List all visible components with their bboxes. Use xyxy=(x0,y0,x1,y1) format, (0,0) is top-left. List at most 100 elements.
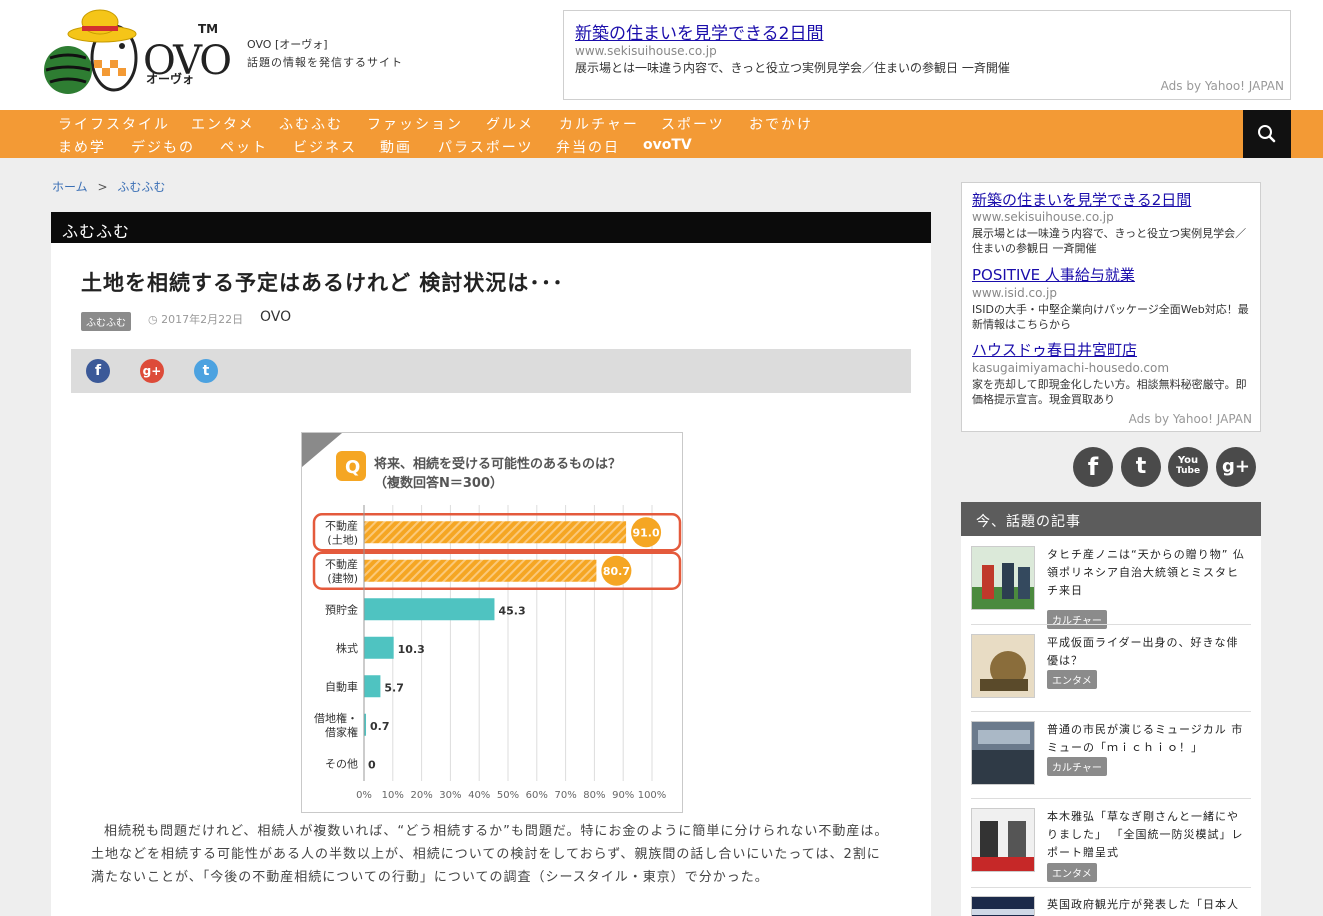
article-title: 土地を相続する予定はあるけれど 検討状況は･･･ xyxy=(81,271,564,295)
breadcrumb-home[interactable]: ホーム xyxy=(52,180,88,194)
nav-item-lifestyle[interactable]: ライフスタイル xyxy=(58,114,170,134)
popular-article-thumbnail[interactable] xyxy=(971,546,1035,610)
bar xyxy=(364,521,627,544)
sidebar-ad-2-title[interactable]: POSITIVE 人事給与就業 xyxy=(972,264,1135,285)
divider xyxy=(971,711,1251,712)
search-button[interactable] xyxy=(1243,110,1291,158)
nav-item-pet[interactable]: ペット xyxy=(220,137,268,157)
x-tick-label: 40% xyxy=(468,790,490,801)
popular-article-thumbnail[interactable] xyxy=(971,634,1035,698)
popular-article-title[interactable]: タヒチ産ノニは“天からの贈り物” 仏領ポリネシア自治大統領とミスタヒチ来日 xyxy=(1047,546,1247,600)
search-icon xyxy=(1258,125,1276,143)
x-tick-label: 30% xyxy=(439,790,461,801)
thumbnail-image xyxy=(972,809,1034,871)
nav-item-business[interactable]: ビジネス xyxy=(293,137,357,157)
youtube-icon-bottom: Tube xyxy=(1175,466,1201,476)
breadcrumb-current[interactable]: ふむふむ xyxy=(117,180,165,194)
thumbnail-image xyxy=(972,547,1034,609)
x-tick-label: 100% xyxy=(638,790,667,801)
category-label: 株式 xyxy=(336,641,358,655)
article-body: 相続税も問題だけれど、相続人が複数いれば、“どう相続するか”も問題だ。特にお金の… xyxy=(91,824,889,885)
nav-item-fumufumu[interactable]: ふむふむ xyxy=(279,114,343,134)
category-label: 不動産 xyxy=(325,557,358,571)
article-category-badge[interactable]: ふむふむ xyxy=(81,312,131,331)
nav-item-sports[interactable]: スポーツ xyxy=(661,114,725,134)
x-tick-label: 0% xyxy=(356,790,372,801)
nav-item-parasports[interactable]: パラスポーツ xyxy=(438,137,533,157)
x-tick-label: 50% xyxy=(497,790,519,801)
nav-item-odekake[interactable]: おでかけ xyxy=(749,114,813,134)
sidebar-ad-block[interactable]: 新築の住まいを見学できる2日間 www.sekisuihouse.co.jp 展… xyxy=(961,182,1261,432)
category-label: 不動産 xyxy=(325,518,358,532)
nav-item-dejimono[interactable]: デジもの xyxy=(131,137,195,157)
survey-chart-figure: Q 将来、相続を受ける可能性のあるものは？ （複数回答N＝300） 0% 10% 20% 3… xyxy=(301,432,683,813)
sidebar-ad-1-title[interactable]: 新築の住まいを見学できる2日間 xyxy=(972,189,1191,210)
logo-kana: オーヴォ xyxy=(146,72,195,86)
facebook-share-icon[interactable]: f xyxy=(86,359,110,383)
logo-trademark: TM xyxy=(198,22,219,36)
category-label: (土地) xyxy=(327,533,358,546)
google-plus-share-icon[interactable]: g+ xyxy=(140,359,164,383)
popular-article-thumbnail[interactable] xyxy=(971,896,1035,916)
popular-article-thumbnail[interactable] xyxy=(971,808,1035,872)
top-ad-banner[interactable]: 新築の住まいを見学できる2日間 www.sekisuihouse.co.jp 展… xyxy=(563,10,1291,100)
nav-item-mamegaku[interactable]: まめ学 xyxy=(58,137,106,157)
google-plus-icon[interactable]: g+ xyxy=(1216,447,1256,487)
popular-articles-list: タヒチ産ノニは“天からの贈り物” 仏領ポリネシア自治大統領とミスタヒチ来日 カル… xyxy=(961,536,1261,916)
bar-value-label: 10.3 xyxy=(398,643,425,656)
divider xyxy=(971,798,1251,799)
nav-item-fashion[interactable]: ファッション xyxy=(367,114,463,134)
sidebar-ad-3-title[interactable]: ハウスドゥ春日井宮町店 xyxy=(972,339,1137,360)
category-label: その他 xyxy=(325,757,358,770)
nav-item-video[interactable]: 動画 xyxy=(380,137,412,157)
popular-articles-heading: 今、話題の記事 xyxy=(961,502,1261,536)
nav-item-bento[interactable]: 弁当の日 xyxy=(556,137,620,157)
breadcrumb-separator: > xyxy=(97,180,108,194)
bar-value-label: 0 xyxy=(368,758,376,771)
twitter-share-icon[interactable]: t xyxy=(194,359,218,383)
category-label: 借家権 xyxy=(325,725,358,739)
clock-icon: ◷ xyxy=(148,313,158,326)
category-label: (建物) xyxy=(327,571,358,585)
sidebar-ad-2-url[interactable]: www.isid.co.jp xyxy=(972,286,1057,300)
top-ad-url[interactable]: www.sekisuihouse.co.jp xyxy=(575,44,717,58)
thumbnail-image xyxy=(972,722,1034,784)
divider xyxy=(971,887,1251,888)
twitter-icon[interactable]: t xyxy=(1121,447,1161,487)
bar-value-label: 5.7 xyxy=(384,681,404,694)
article-author[interactable]: OVO xyxy=(260,309,291,325)
x-tick-label: 70% xyxy=(554,790,576,801)
popular-article-category[interactable]: エンタメ xyxy=(1047,670,1097,689)
top-ad-title[interactable]: 新築の住まいを見学できる2日間 xyxy=(575,19,823,44)
site-name: OVO [オーヴォ] xyxy=(247,38,328,51)
facebook-icon[interactable]: f xyxy=(1073,447,1113,487)
breadcrumb: ホーム > ふむふむ xyxy=(52,178,165,195)
nav-item-ovotv[interactable]: ovoTV xyxy=(643,137,692,153)
sidebar-ad-3-url[interactable]: kasugaimiyamachi-housedo.com xyxy=(972,361,1169,375)
bar-value-label: 0.7 xyxy=(370,720,390,733)
bar xyxy=(364,675,381,698)
site-tagline: 話題の情報を発信するサイト xyxy=(247,56,403,69)
popular-article-thumbnail[interactable] xyxy=(971,721,1035,785)
popular-article-title[interactable]: 平成仮面ライダー出身の、好きな俳優は？ xyxy=(1047,634,1247,670)
nav-item-gourmet[interactable]: グルメ xyxy=(486,114,534,134)
sidebar-ad-1-url[interactable]: www.sekisuihouse.co.jp xyxy=(972,210,1114,224)
chart-title: 将来、相続を受ける可能性のあるものは？ xyxy=(374,456,621,472)
article-date-text: 2017年2月22日 xyxy=(161,313,244,326)
popular-article-category[interactable]: エンタメ xyxy=(1047,863,1097,882)
popular-article-title[interactable]: 本木雅弘「草なぎ剛さんと一緒にやりました」 「全国統一防災模試」レポート贈呈式 xyxy=(1047,808,1247,862)
top-ad-description: 展示場とは一味違う内容で、きっと役立つ実例見学会／住まいの参観日 一斉開催 xyxy=(575,61,1010,75)
sidebar-ad-attribution[interactable]: Ads by Yahoo! JAPAN xyxy=(1129,412,1252,426)
popular-article-category[interactable]: カルチャー xyxy=(1047,610,1107,629)
bar xyxy=(364,636,394,659)
nav-item-entame[interactable]: エンタメ xyxy=(191,114,255,134)
category-label: 自動車 xyxy=(325,679,358,693)
category-label: 借地権・ xyxy=(314,711,358,725)
youtube-icon[interactable]: You Tube xyxy=(1168,447,1208,487)
sidebar-ad-3-description: 家を売却して即現金化したい方。相談無料秘密厳守。即価格提示宣言。現金買取あり xyxy=(972,378,1247,406)
top-ad-attribution[interactable]: Ads by Yahoo! JAPAN xyxy=(1161,79,1284,93)
popular-article-category[interactable]: カルチャー xyxy=(1047,757,1107,776)
popular-article-title[interactable]: 英国政府観光庁が発表した「日本人 xyxy=(1047,896,1247,914)
nav-item-culture[interactable]: カルチャー xyxy=(559,114,639,134)
popular-article-title[interactable]: 普通の市民が演じるミュージカル 市ミューの「ｍｉｃｈｉｏ！」 xyxy=(1047,721,1247,757)
